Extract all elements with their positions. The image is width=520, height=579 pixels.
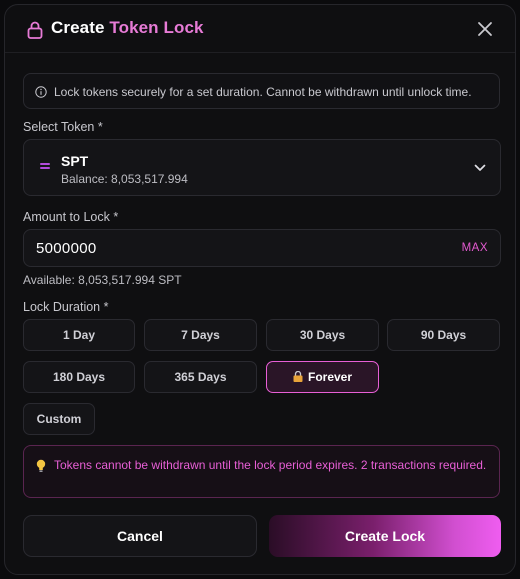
amount-value[interactable]: 5000000 — [36, 240, 97, 257]
token-icon — [40, 163, 50, 173]
max-button[interactable]: MAX — [462, 242, 488, 254]
duration-option-custom[interactable]: Custom — [23, 403, 95, 435]
duration-option-180-days[interactable]: 180 Days — [23, 361, 135, 393]
lock-duration-label: Lock Duration * — [23, 300, 109, 314]
create-lock-button[interactable]: Create Lock — [269, 515, 501, 557]
modal-header: Create Token Lock — [5, 5, 515, 53]
select-token-label: Select Token * — [23, 120, 103, 134]
create-token-lock-modal: Create Token Lock Lock tokens securely f… — [4, 4, 516, 575]
amount-input[interactable]: 5000000 MAX — [23, 229, 501, 267]
duration-option-365-days[interactable]: 365 Days — [144, 361, 257, 393]
duration-option-7-days[interactable]: 7 Days — [144, 319, 257, 351]
warning-text: Tokens cannot be withdrawn until the loc… — [54, 458, 487, 472]
chevron-down-icon[interactable] — [474, 164, 486, 172]
title-accent: Token Lock — [109, 18, 204, 37]
info-icon — [35, 86, 47, 98]
cancel-button[interactable]: Cancel — [23, 515, 257, 557]
lightbulb-icon — [36, 459, 46, 472]
lock-icon — [27, 21, 43, 39]
amount-label: Amount to Lock * — [23, 210, 119, 224]
title-prefix: Create — [51, 18, 105, 37]
info-text: Lock tokens securely for a set duration.… — [54, 85, 472, 99]
forever-label: Forever — [307, 370, 353, 384]
token-name: SPT — [61, 153, 89, 169]
close-icon[interactable] — [475, 19, 495, 39]
modal-title: Create Token Lock — [51, 18, 204, 38]
duration-option-30-days[interactable]: 30 Days — [266, 319, 379, 351]
duration-option-90-days[interactable]: 90 Days — [387, 319, 500, 351]
available-balance: Available: 8,053,517.994 SPT — [23, 273, 182, 287]
duration-option-forever[interactable]: Forever — [266, 361, 379, 393]
token-balance: Balance: 8,053,517.994 — [61, 172, 188, 186]
warning-banner: Tokens cannot be withdrawn until the loc… — [23, 445, 500, 498]
token-select[interactable]: SPT Balance: 8,053,517.994 — [23, 139, 501, 196]
duration-option-1-day[interactable]: 1 Day — [23, 319, 135, 351]
lock-icon — [293, 371, 303, 382]
info-banner: Lock tokens securely for a set duration.… — [23, 73, 500, 109]
